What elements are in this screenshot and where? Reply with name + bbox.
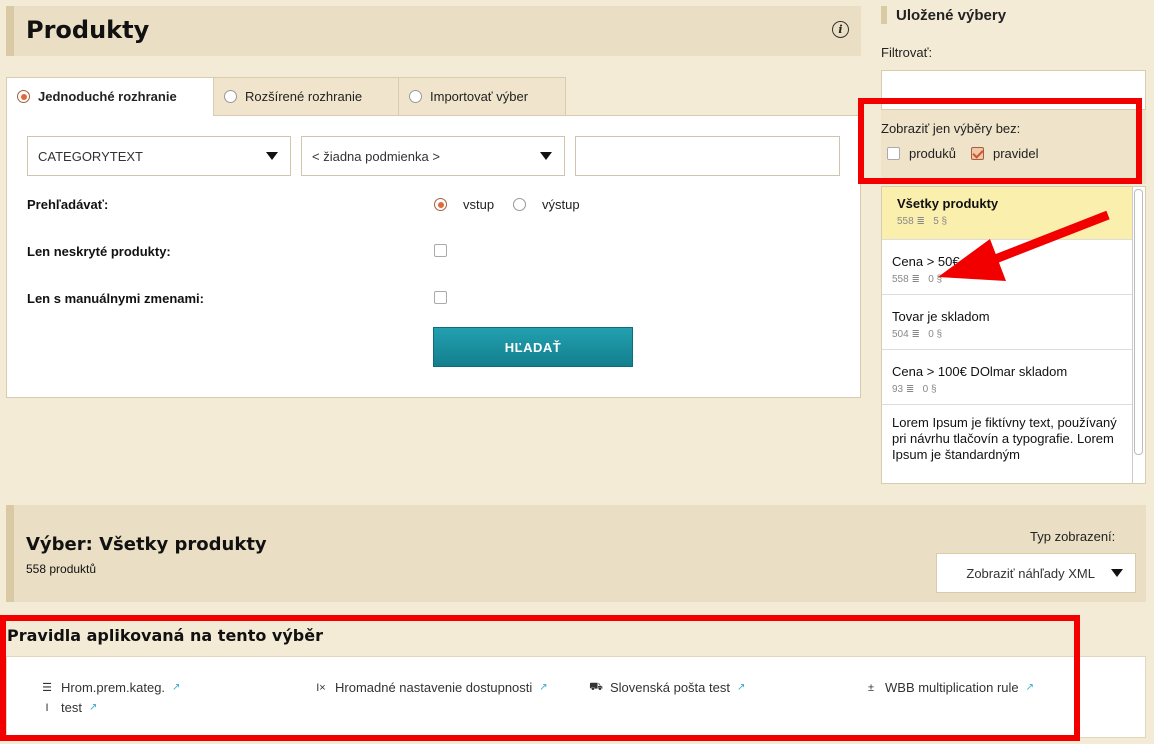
view-type-value: Zobraziť náhľady XML: [966, 565, 1095, 581]
tab-label: Importovať výber: [430, 89, 529, 104]
radio-input[interactable]: [434, 198, 447, 211]
unhidden-checkbox[interactable]: [434, 244, 447, 257]
saved-selections-title: Uložené výbery: [896, 7, 1007, 24]
chevron-down-icon: [1111, 569, 1123, 577]
saved-title-bar: [881, 6, 887, 24]
value-input[interactable]: [575, 136, 840, 176]
list-item[interactable]: Tovar je skladom 504 ≣ 0 §: [882, 295, 1132, 350]
list-icon: ≣: [916, 216, 925, 227]
condition-select[interactable]: < žiadna podmienka >: [301, 136, 565, 176]
saved-item-name: Cena > 100€ DOlmar skladom: [892, 364, 1068, 379]
tab-radio-icon: [224, 90, 237, 103]
browse-label: Prehľadávať:: [27, 197, 109, 212]
field-select-value: CATEGORYTEXT: [38, 148, 143, 164]
field-select[interactable]: CATEGORYTEXT: [27, 136, 291, 176]
saved-item-name: Lorem Ipsum je fiktívny text, používaný …: [892, 415, 1117, 462]
list-icon: ≣: [911, 274, 920, 285]
annotation-highlight-filter: [858, 98, 1142, 184]
chevron-down-icon: [266, 152, 278, 160]
search-button[interactable]: HĽADAŤ: [433, 327, 633, 367]
chevron-down-icon: [540, 152, 552, 160]
radio-output[interactable]: [513, 198, 526, 211]
list-icon: ≣: [905, 384, 915, 395]
radio-input-label: vstup: [463, 197, 495, 212]
tab-radio-icon: [17, 90, 30, 103]
scroll-thumb[interactable]: [1134, 189, 1143, 455]
view-type-select[interactable]: Zobraziť náhľady XML: [936, 553, 1136, 593]
list-item[interactable]: Lorem Ipsum je fiktívny text, používaný …: [882, 405, 1132, 483]
tab-label: Jednoduché rozhranie: [38, 89, 177, 104]
list-item[interactable]: Cena > 100€ DOlmar skladom 93 ≣ 0 §: [882, 350, 1132, 405]
selection-count: 558 produktů: [26, 562, 97, 576]
tab-advanced-interface[interactable]: Rozšírené rozhranie: [213, 77, 399, 116]
list-icon: ≣: [911, 329, 920, 340]
section-icon: §: [930, 384, 937, 395]
unhidden-label: Len neskryté produkty:: [27, 244, 171, 259]
condition-select-value: < žiadna podmienka >: [312, 148, 440, 164]
annotation-highlight-rules: [0, 615, 1080, 741]
page-title: Produkty: [26, 16, 150, 44]
browse-options: vstup: [434, 197, 494, 212]
radio-output-label: výstup: [542, 197, 580, 212]
filter-label: Filtrovať:: [881, 45, 933, 60]
tab-connector: [7, 110, 213, 118]
browse-options-output: výstup: [513, 197, 580, 212]
tab-radio-icon: [409, 90, 422, 103]
tab-import-selection[interactable]: Importovať výber: [398, 77, 566, 116]
saved-item-meta: 504 ≣ 0 §: [892, 329, 943, 340]
view-type-label: Typ zobrazení:: [1030, 529, 1116, 544]
tab-label: Rozšírené rozhranie: [245, 89, 363, 104]
saved-item-name: Tovar je skladom: [892, 309, 990, 324]
section-icon: §: [936, 329, 943, 340]
manual-changes-label: Len s manuálnymi zmenami:: [27, 291, 204, 306]
manual-changes-checkbox[interactable]: [434, 291, 447, 304]
annotation-arrow: [938, 210, 1110, 281]
saved-item-meta: 93 ≣ 0 §: [892, 384, 937, 395]
selection-title: Výber: Všetky produkty: [26, 534, 267, 555]
info-icon[interactable]: i: [832, 21, 849, 38]
